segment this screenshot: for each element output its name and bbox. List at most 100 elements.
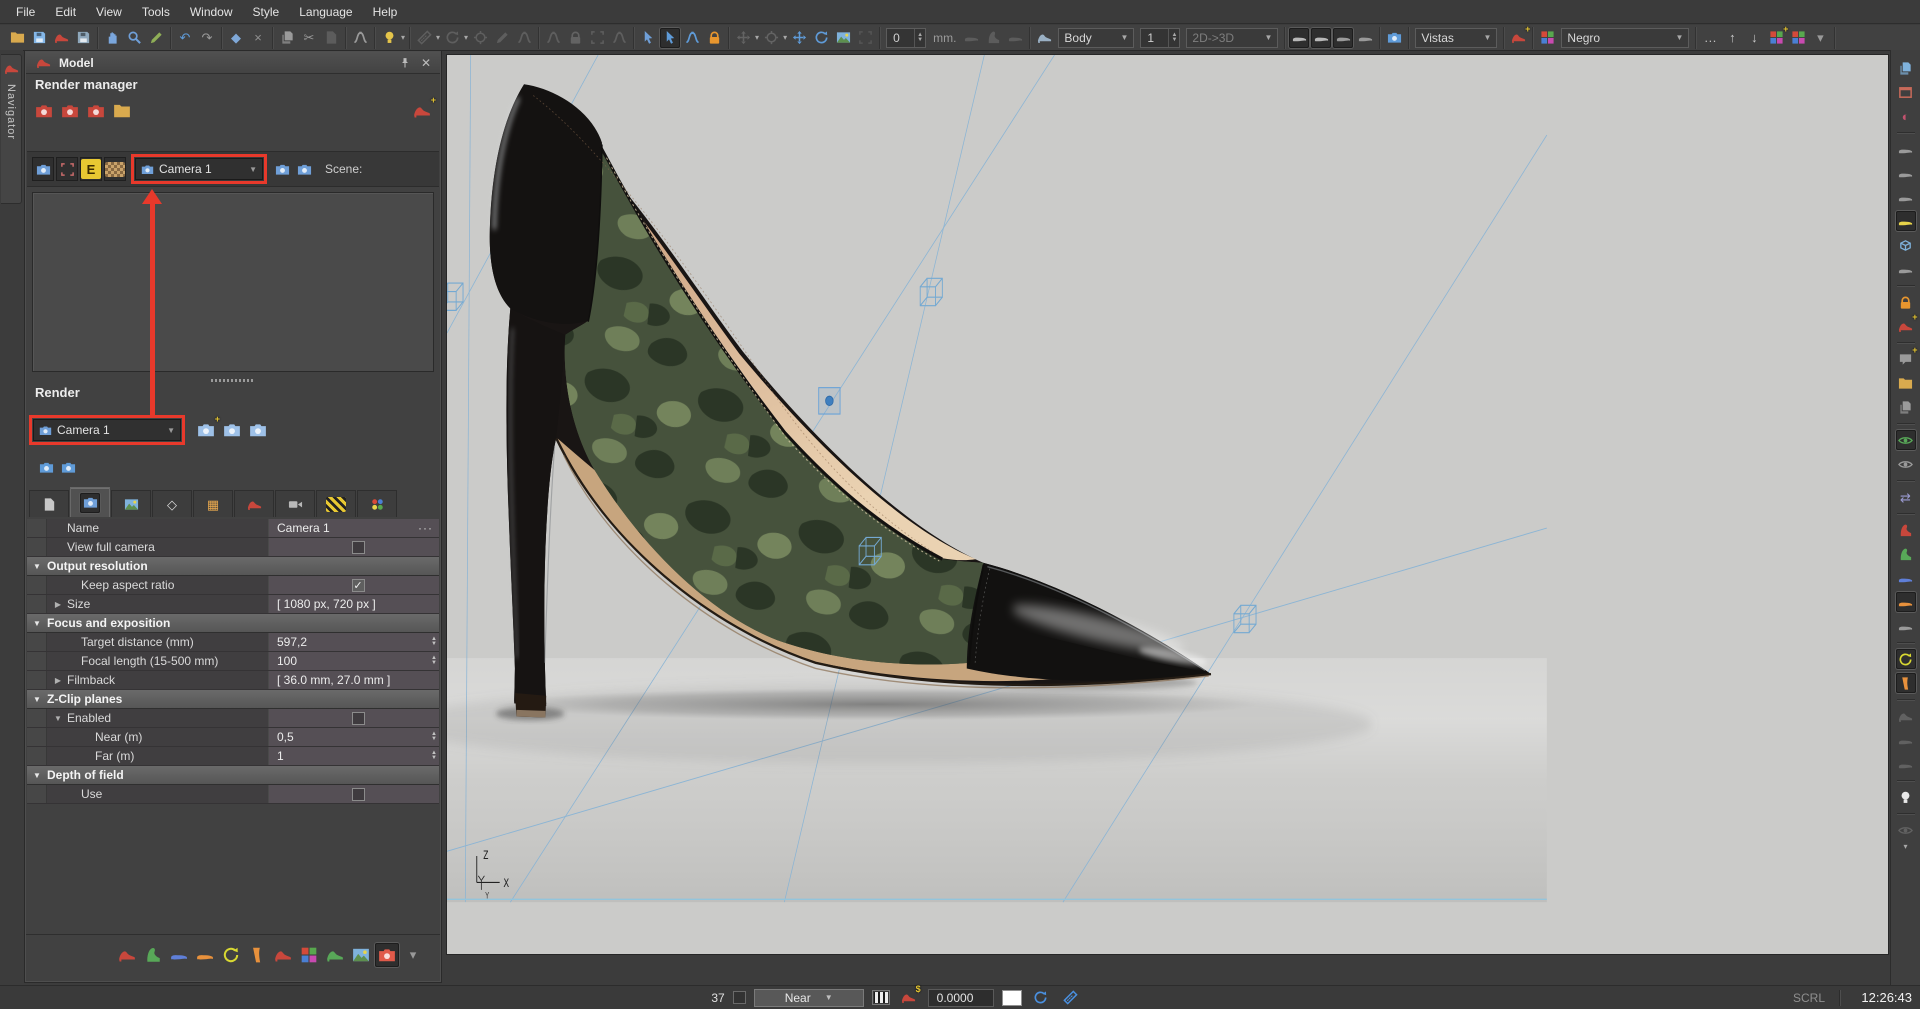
light-toggle-icon[interactable] [1896, 787, 1916, 807]
tab-camera[interactable] [70, 487, 110, 517]
menu-window[interactable]: Window [180, 0, 243, 23]
export-file-icon[interactable] [73, 28, 93, 48]
copy-icon[interactable] [277, 28, 297, 48]
spinner-arrows[interactable]: ▲▼ [1168, 29, 1179, 47]
edit-tools-icon[interactable] [146, 28, 166, 48]
cascade-windows-icon[interactable] [1896, 58, 1916, 78]
menu-style[interactable]: Style [243, 0, 290, 23]
spinner-arrows[interactable]: ▲▼ [431, 633, 437, 651]
spinner-arrows[interactable]: ▲▼ [914, 29, 925, 47]
sync-icon[interactable] [1031, 988, 1051, 1008]
tab-output[interactable] [29, 490, 69, 517]
checkbox[interactable] [352, 541, 365, 554]
current-color-swatch[interactable] [1002, 990, 1022, 1006]
comment-add-icon[interactable]: + [1896, 349, 1916, 369]
checkbox[interactable]: ✓ [352, 579, 365, 592]
more-options-icon[interactable]: ··· [418, 521, 433, 535]
move-tool-icon[interactable] [789, 28, 809, 48]
curve-cut-icon[interactable] [609, 28, 629, 48]
render-list[interactable] [32, 192, 434, 372]
zoom-view-icon[interactable] [124, 28, 144, 48]
cost-shoe-icon[interactable]: $ [899, 988, 919, 1008]
coordinate-input[interactable]: 0.0000 [928, 989, 994, 1007]
chevron-down-icon[interactable]: ▾ [755, 33, 759, 42]
redo-icon[interactable]: ↷ [197, 28, 217, 48]
filter-toggle-button[interactable] [56, 157, 78, 181]
checkbox[interactable] [352, 788, 365, 801]
part-sole-3-icon[interactable] [1896, 187, 1916, 207]
chevron-down-icon[interactable]: ▾ [401, 33, 405, 42]
expand-caret-icon[interactable]: ▶ [53, 676, 63, 685]
layer-input[interactable]: 1▲▼ [1140, 28, 1180, 48]
property-value[interactable]: 1▲▼ [269, 747, 439, 765]
image-export-icon[interactable] [349, 943, 373, 967]
toolbar-overflow-icon[interactable]: ▾ [1810, 28, 1830, 48]
measure-ruler-icon[interactable] [1061, 988, 1081, 1008]
body-select[interactable]: Body▼ [1058, 28, 1134, 48]
tab-materials-icon[interactable] [326, 497, 346, 512]
add-style-icon[interactable]: + [1508, 28, 1528, 48]
pan-view-icon[interactable] [102, 28, 122, 48]
render-folder-icon[interactable] [110, 99, 134, 123]
tab-model[interactable] [234, 490, 274, 517]
heel-orange-icon[interactable] [1896, 673, 1916, 693]
spinner-arrows[interactable]: ▲▼ [431, 652, 437, 670]
collapse-caret-icon[interactable]: ▼ [27, 562, 47, 571]
bar-overflow-icon[interactable]: ▾ [401, 943, 425, 967]
render-search-icon[interactable] [32, 99, 56, 123]
pin-icon[interactable] [397, 55, 413, 71]
material-sphere-icon[interactable]: ◐ [1896, 106, 1916, 126]
select-cursor-icon[interactable] [660, 28, 680, 48]
body-part-icon[interactable] [1034, 28, 1054, 48]
duplicate-camera-icon[interactable] [246, 418, 270, 442]
remove-palette-icon[interactable] [1788, 28, 1808, 48]
collapse-caret-icon[interactable]: ▼ [27, 771, 47, 780]
tab-environment-icon[interactable] [121, 494, 141, 514]
palette-shoe-icon[interactable] [297, 943, 321, 967]
camera-copy-icon[interactable] [272, 159, 292, 179]
curve-select-icon[interactable] [682, 28, 702, 48]
tab-animation-icon[interactable] [285, 494, 305, 514]
filter-toggle-icon[interactable] [57, 159, 77, 179]
layers-shoe-icon[interactable] [323, 943, 347, 967]
tab-output-icon[interactable] [39, 494, 59, 514]
import-last-icon[interactable] [141, 943, 165, 967]
sole-orange-icon[interactable] [1896, 592, 1916, 612]
export-shoe-icon[interactable] [271, 943, 295, 967]
tab-camera-icon[interactable] [80, 493, 100, 513]
show-last-icon[interactable] [1896, 430, 1916, 450]
tab-grid[interactable]: ▦ [193, 490, 233, 517]
texture-tool-icon[interactable] [833, 28, 853, 48]
render-queue-icon[interactable] [115, 943, 139, 967]
window-lock-icon[interactable] [1896, 292, 1916, 312]
window-model-add-icon[interactable]: + [1896, 316, 1916, 336]
property-value[interactable]: Camera 1··· [269, 519, 439, 537]
menu-language[interactable]: Language [289, 0, 362, 23]
measure-icon[interactable] [414, 28, 434, 48]
render-palette-icon[interactable] [84, 99, 108, 123]
selection-frame-icon[interactable] [587, 28, 607, 48]
chevron-down-icon[interactable]: ▾ [1903, 842, 1907, 851]
tab-animation[interactable] [275, 490, 315, 517]
paste-icon[interactable] [321, 28, 341, 48]
part-sole-active-icon[interactable] [1896, 211, 1916, 231]
move-down-icon[interactable]: ↓ [1744, 28, 1764, 48]
sole-gray-icon[interactable] [1896, 616, 1916, 636]
flatten-last-icon[interactable] [983, 28, 1003, 48]
exposure-toggle-button[interactable]: E [80, 157, 102, 181]
render-camera-icon[interactable] [1384, 28, 1404, 48]
property-value[interactable]: [ 36.0 mm, 27.0 mm ] [269, 671, 439, 689]
spinner-arrows[interactable]: ▲▼ [431, 728, 437, 746]
render-view-icon[interactable] [36, 457, 56, 477]
viewport-3d[interactable]: Z X Y [446, 54, 1889, 955]
align-center-icon[interactable] [470, 28, 490, 48]
undo-icon[interactable]: ↶ [175, 28, 195, 48]
collapse-caret-icon[interactable]: ▼ [27, 619, 47, 628]
spinner-arrows[interactable]: ▲▼ [431, 747, 437, 765]
view-side-icon[interactable] [1333, 28, 1353, 48]
delete-tool-icon[interactable]: × [248, 28, 268, 48]
turn-circle-icon[interactable] [1896, 649, 1916, 669]
show-shoe-icon[interactable] [1896, 454, 1916, 474]
property-value[interactable]: [ 1080 px, 720 px ] [269, 595, 439, 613]
eye-options-icon[interactable] [1896, 820, 1916, 840]
